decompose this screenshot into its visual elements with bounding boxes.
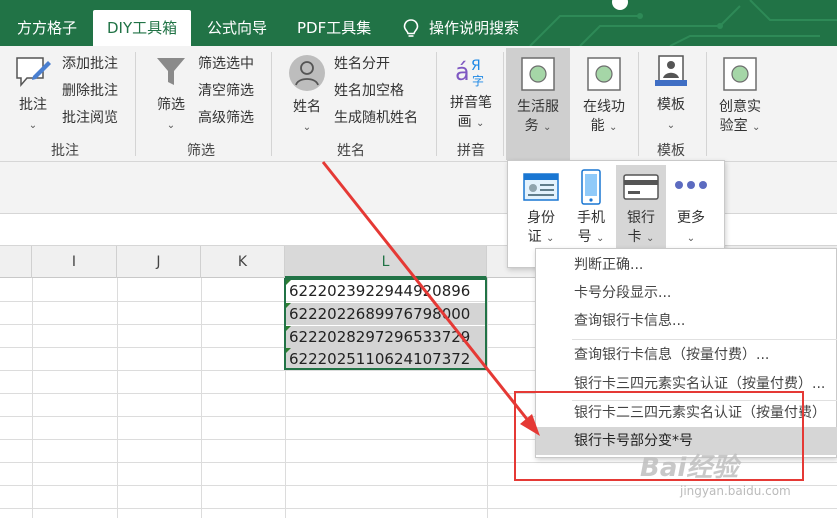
selection-border [284, 278, 487, 370]
creative-lab-line1: 创意实 [719, 99, 761, 115]
clear-filter-button[interactable]: 清空筛选 [198, 79, 254, 103]
ribbon-panel: 批注 ⌄ 添加批注 删除批注 批注阅览 批注 筛选 ⌄ 筛选选中 清空筛选 高级… [0, 46, 837, 162]
annotate-button[interactable]: 批注 ⌄ [8, 54, 58, 138]
review-comment-button[interactable]: 批注阅览 [62, 106, 118, 130]
online-functions-icon [587, 57, 621, 91]
more-dots-icon [675, 181, 707, 189]
phone-number-label: 手机号 ⌄ [577, 210, 605, 245]
menu-separator [572, 339, 837, 340]
group-separator [436, 52, 437, 156]
group-label-filter: 筛选 [187, 143, 215, 159]
funnel-icon [157, 58, 185, 85]
group-separator [706, 52, 707, 156]
creative-lab-line2: 验室 ⌄ [719, 118, 761, 134]
filter-button[interactable]: 筛选 ⌄ [146, 54, 196, 138]
template-icon [655, 55, 687, 86]
comment-pen-icon [16, 57, 51, 88]
creative-lab-button[interactable]: 创意实 验室 ⌄ [710, 48, 770, 148]
online-functions-button[interactable]: 在线功 能 ⌄ [574, 48, 634, 148]
group-separator [271, 52, 272, 156]
group-label-pinyin: 拼音 [457, 143, 485, 159]
ribbon-tab-bar: 方方格子 DIY工具箱 公式向导 PDF工具集 操作说明搜索 [0, 0, 837, 46]
circuit-decoration [529, 0, 837, 46]
row-header-corner[interactable] [0, 246, 32, 278]
life-services-icon [521, 57, 555, 91]
svg-text:Я: Я [471, 58, 481, 74]
menu-item-query-info-paid[interactable]: 查询银行卡信息（按量付费）... [536, 341, 837, 369]
life-services-line2: 务 ⌄ [524, 118, 552, 134]
column-header-i[interactable]: I [32, 246, 117, 278]
id-card-label: 身份证 ⌄ [527, 210, 555, 245]
group-separator [503, 52, 504, 156]
pinyin-label-line1: 拼音笔 [450, 95, 492, 111]
template-label: 模板 [657, 97, 685, 113]
annotate-label: 批注 [19, 97, 47, 113]
creative-lab-icon [723, 57, 757, 91]
template-button[interactable]: 模板 ⌄ [644, 54, 698, 138]
column-header-l[interactable]: L [285, 246, 487, 278]
tell-me-search[interactable]: 操作说明搜索 [389, 10, 533, 46]
tab-fangfang[interactable]: 方方格子 [3, 10, 91, 46]
baidu-watermark-url: jingyan.baidu.com [680, 484, 791, 498]
chevron-down-icon: ⌄ [666, 120, 676, 131]
life-services-button[interactable]: 生活服 务 ⌄ [506, 48, 570, 160]
online-functions-line1: 在线功 [583, 99, 625, 115]
menu-item-query-info[interactable]: 查询银行卡信息... [536, 307, 837, 335]
name-button[interactable]: 姓名 ⌄ [282, 54, 332, 138]
excel-window: 方方格子 DIY工具箱 公式向导 PDF工具集 操作说明搜索 批注 ⌄ 添加批注… [0, 0, 837, 518]
chevron-down-icon: ⌄ [28, 120, 38, 131]
id-card-icon [523, 173, 559, 201]
name-label: 姓名 [293, 99, 321, 115]
delete-comment-button[interactable]: 删除批注 [62, 79, 118, 103]
group-separator [135, 52, 136, 156]
bank-card-label: 银行卡 ⌄ [627, 210, 655, 245]
group-label-template: 模板 [657, 143, 685, 159]
filter-selected-button[interactable]: 筛选选中 [198, 52, 254, 76]
tab-diy-toolbox[interactable]: DIY工具箱 [93, 10, 192, 46]
filter-label: 筛选 [157, 97, 185, 113]
bank-card-icon [623, 174, 659, 200]
chevron-down-icon: ⌄ [302, 122, 312, 133]
lightbulb-icon [403, 18, 419, 37]
advanced-filter-button[interactable]: 高级筛选 [198, 106, 254, 130]
life-services-line1: 生活服 [517, 99, 559, 115]
online-functions-line2: 能 ⌄ [590, 118, 618, 134]
split-name-button[interactable]: 姓名分开 [334, 52, 390, 76]
menu-item-validate[interactable]: 判断正确... [536, 251, 837, 279]
pinyin-icon: á Я 字 [455, 58, 484, 88]
tell-me-label: 操作说明搜索 [429, 19, 520, 37]
tab-pdf-tools[interactable]: PDF工具集 [283, 10, 385, 46]
group-label-annotate: 批注 [51, 143, 79, 159]
group-separator [638, 52, 639, 156]
tab-formula-wizard[interactable]: 公式向导 [193, 10, 281, 46]
svg-text:á: á [455, 58, 470, 86]
column-header-j[interactable]: J [117, 246, 201, 278]
pinyin-stroke-button[interactable]: á Я 字 拼音笔 画 ⌄ [444, 54, 498, 140]
name-add-space-button[interactable]: 姓名加空格 [334, 79, 404, 103]
menu-item-segment-display[interactable]: 卡号分段显示... [536, 279, 837, 307]
person-icon [289, 55, 325, 91]
random-name-button[interactable]: 生成随机姓名 [334, 106, 418, 130]
more-label: 更多 ⌄ [677, 210, 705, 244]
pinyin-label-line2: 画 ⌄ [457, 114, 485, 130]
chevron-down-icon: ⌄ [166, 120, 176, 131]
group-label-name: 姓名 [337, 143, 365, 159]
add-comment-button[interactable]: 添加批注 [62, 52, 118, 76]
mobile-phone-icon [581, 169, 601, 205]
baidu-watermark: Bai经验 [640, 453, 739, 483]
column-header-k[interactable]: K [201, 246, 285, 278]
svg-text:字: 字 [472, 73, 484, 88]
